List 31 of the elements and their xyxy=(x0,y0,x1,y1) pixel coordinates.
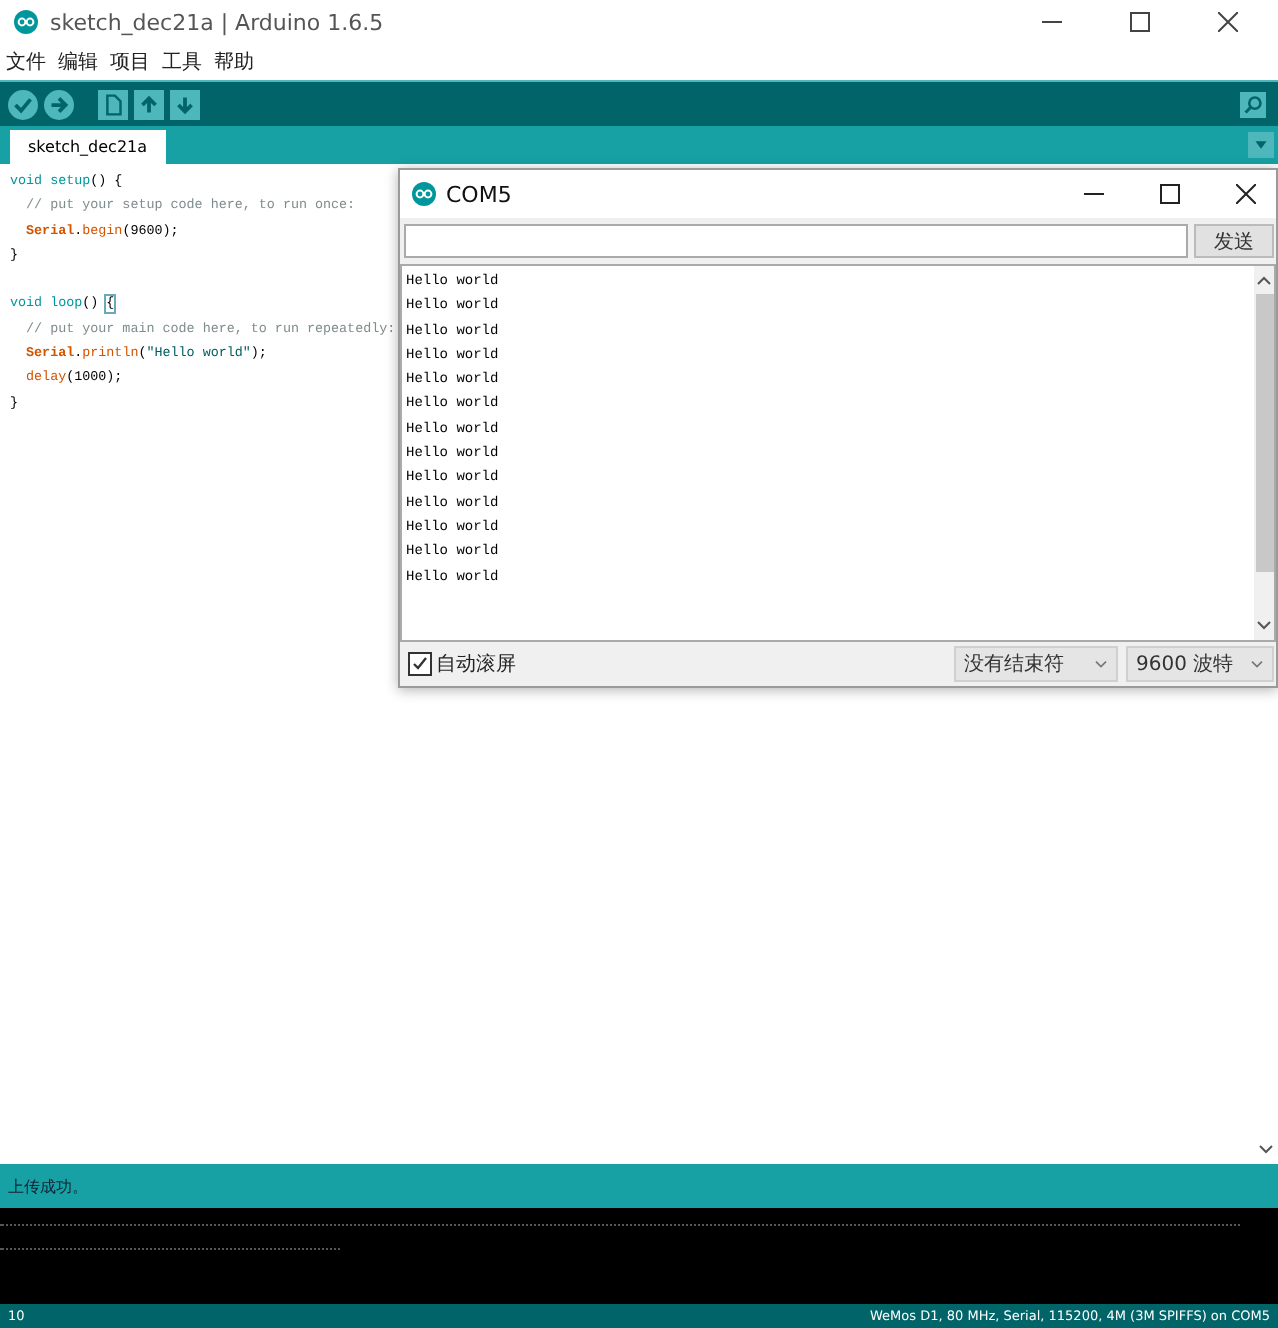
scrollbar[interactable] xyxy=(1254,266,1274,640)
tab-menu-icon[interactable] xyxy=(1248,132,1274,158)
caret-icon xyxy=(1094,659,1108,669)
arduino-logo-icon xyxy=(412,182,436,206)
verify-check-icon[interactable] xyxy=(8,89,38,119)
menu-item[interactable]: 工具 xyxy=(162,48,202,76)
checkbox[interactable] xyxy=(408,652,432,676)
input-field[interactable] xyxy=(404,224,1188,258)
menu-item[interactable]: 帮助 xyxy=(214,48,254,76)
maximize-icon[interactable] xyxy=(1160,184,1180,204)
status-message: 上传成功。 xyxy=(8,1175,88,1197)
menu-item[interactable]: 项目 xyxy=(110,48,150,76)
upload-arrow-icon[interactable] xyxy=(44,89,74,119)
arduino-logo-icon xyxy=(14,10,38,34)
new-file-icon[interactable] xyxy=(98,89,128,119)
menu-item[interactable]: 文件 xyxy=(6,48,46,76)
sketch-tab[interactable]: sketch_dec21a xyxy=(10,130,166,164)
menu-item[interactable]: 编辑 xyxy=(58,48,98,76)
baud-rate-dropdown[interactable]: 9600 波特 xyxy=(1126,646,1274,682)
open-arrow-up-icon[interactable] xyxy=(134,89,164,119)
close-icon[interactable] xyxy=(1218,12,1238,32)
window-title: sketch_dec21a | Arduino 1.6.5 xyxy=(50,9,384,35)
window-title: COM5 xyxy=(446,181,512,207)
caret-icon xyxy=(1250,659,1264,669)
line-ending-dropdown[interactable]: 没有结束符 xyxy=(954,646,1118,682)
send-button[interactable]: 发送 xyxy=(1194,224,1274,258)
search-icon[interactable] xyxy=(1240,91,1266,117)
autoscroll-label: 自动滚屏 xyxy=(436,651,516,678)
close-icon[interactable] xyxy=(1236,184,1256,204)
maximize-icon[interactable] xyxy=(1130,12,1150,32)
save-arrow-down-icon[interactable] xyxy=(170,89,200,119)
